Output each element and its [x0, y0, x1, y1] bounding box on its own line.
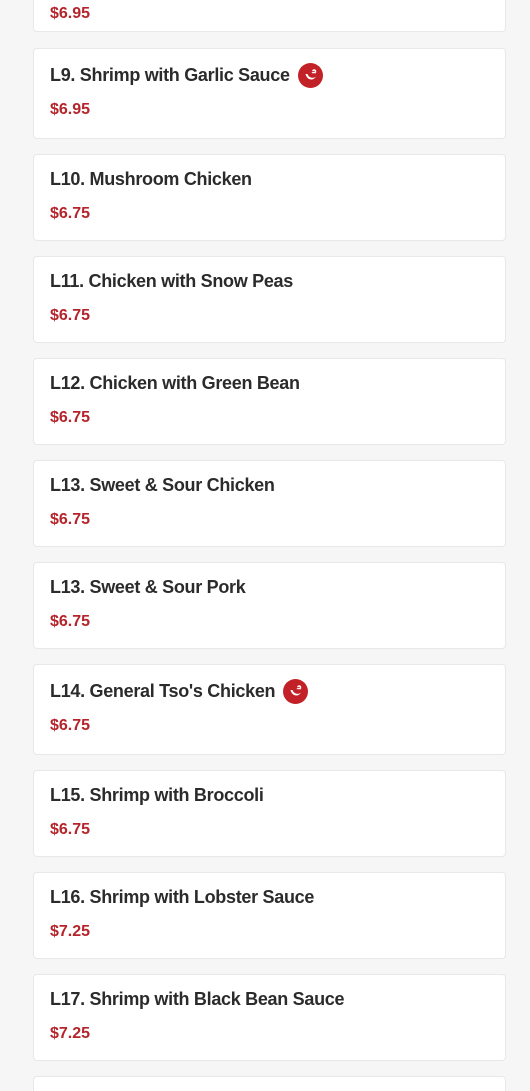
menu-item-card[interactable] — [33, 1076, 506, 1091]
item-price: $7.25 — [50, 923, 91, 940]
chili-pepper-icon — [283, 679, 309, 704]
item-price: $6.75 — [50, 409, 91, 426]
item-price: $6.75 — [50, 821, 91, 838]
chili-pepper-icon — [297, 63, 323, 88]
menu-item-card[interactable]: L12. Chicken with Green Bean $6.75 — [33, 358, 506, 445]
item-name: L13. Sweet & Sour Pork — [50, 577, 246, 597]
item-price: $6.75 — [50, 717, 91, 734]
item-price: $6.95 — [50, 101, 91, 118]
item-name: L14. General Tso's Chicken — [50, 681, 276, 701]
menu-item-card[interactable]: L15. Shrimp with Broccoli $6.75 — [33, 770, 506, 857]
item-name: L17. Shrimp with Black Bean Sauce — [50, 989, 345, 1009]
menu-item-card[interactable]: L17. Shrimp with Black Bean Sauce $7.25 — [33, 974, 506, 1061]
item-name: L15. Shrimp with Broccoli — [50, 785, 264, 805]
item-name: L13. Sweet & Sour Chicken — [50, 475, 275, 495]
item-price: $6.75 — [50, 205, 91, 222]
menu-item-card[interactable]: L13. Sweet & Sour Pork $6.75 — [33, 562, 506, 649]
menu-item-card[interactable]: L14. General Tso's Chicken $6.75 — [33, 664, 506, 755]
menu-item-card[interactable]: $6.95 — [33, 0, 506, 32]
item-name: L11. Chicken with Snow Peas — [50, 271, 293, 291]
item-price: $6.75 — [50, 613, 91, 630]
menu-item-card[interactable]: L13. Sweet & Sour Chicken $6.75 — [33, 460, 506, 547]
menu-item-card[interactable]: L11. Chicken with Snow Peas $6.75 — [33, 256, 506, 343]
item-name: L12. Chicken with Green Bean — [50, 373, 300, 393]
item-name: L10. Mushroom Chicken — [50, 169, 252, 189]
menu-item-list: $6.95 L9. Shrimp with Garlic Sauce $6.95… — [0, 0, 530, 1091]
item-price: $6.75 — [50, 307, 91, 324]
item-price: $6.75 — [50, 511, 91, 528]
item-name: L9. Shrimp with Garlic Sauce — [50, 65, 290, 85]
menu-item-card[interactable]: L16. Shrimp with Lobster Sauce $7.25 — [33, 872, 506, 959]
item-price: $7.25 — [50, 1025, 91, 1042]
menu-item-card[interactable]: L10. Mushroom Chicken $6.75 — [33, 154, 506, 241]
item-name: L16. Shrimp with Lobster Sauce — [50, 887, 315, 907]
item-price: $6.95 — [50, 5, 91, 22]
menu-item-card[interactable]: L9. Shrimp with Garlic Sauce $6.95 — [33, 48, 506, 139]
